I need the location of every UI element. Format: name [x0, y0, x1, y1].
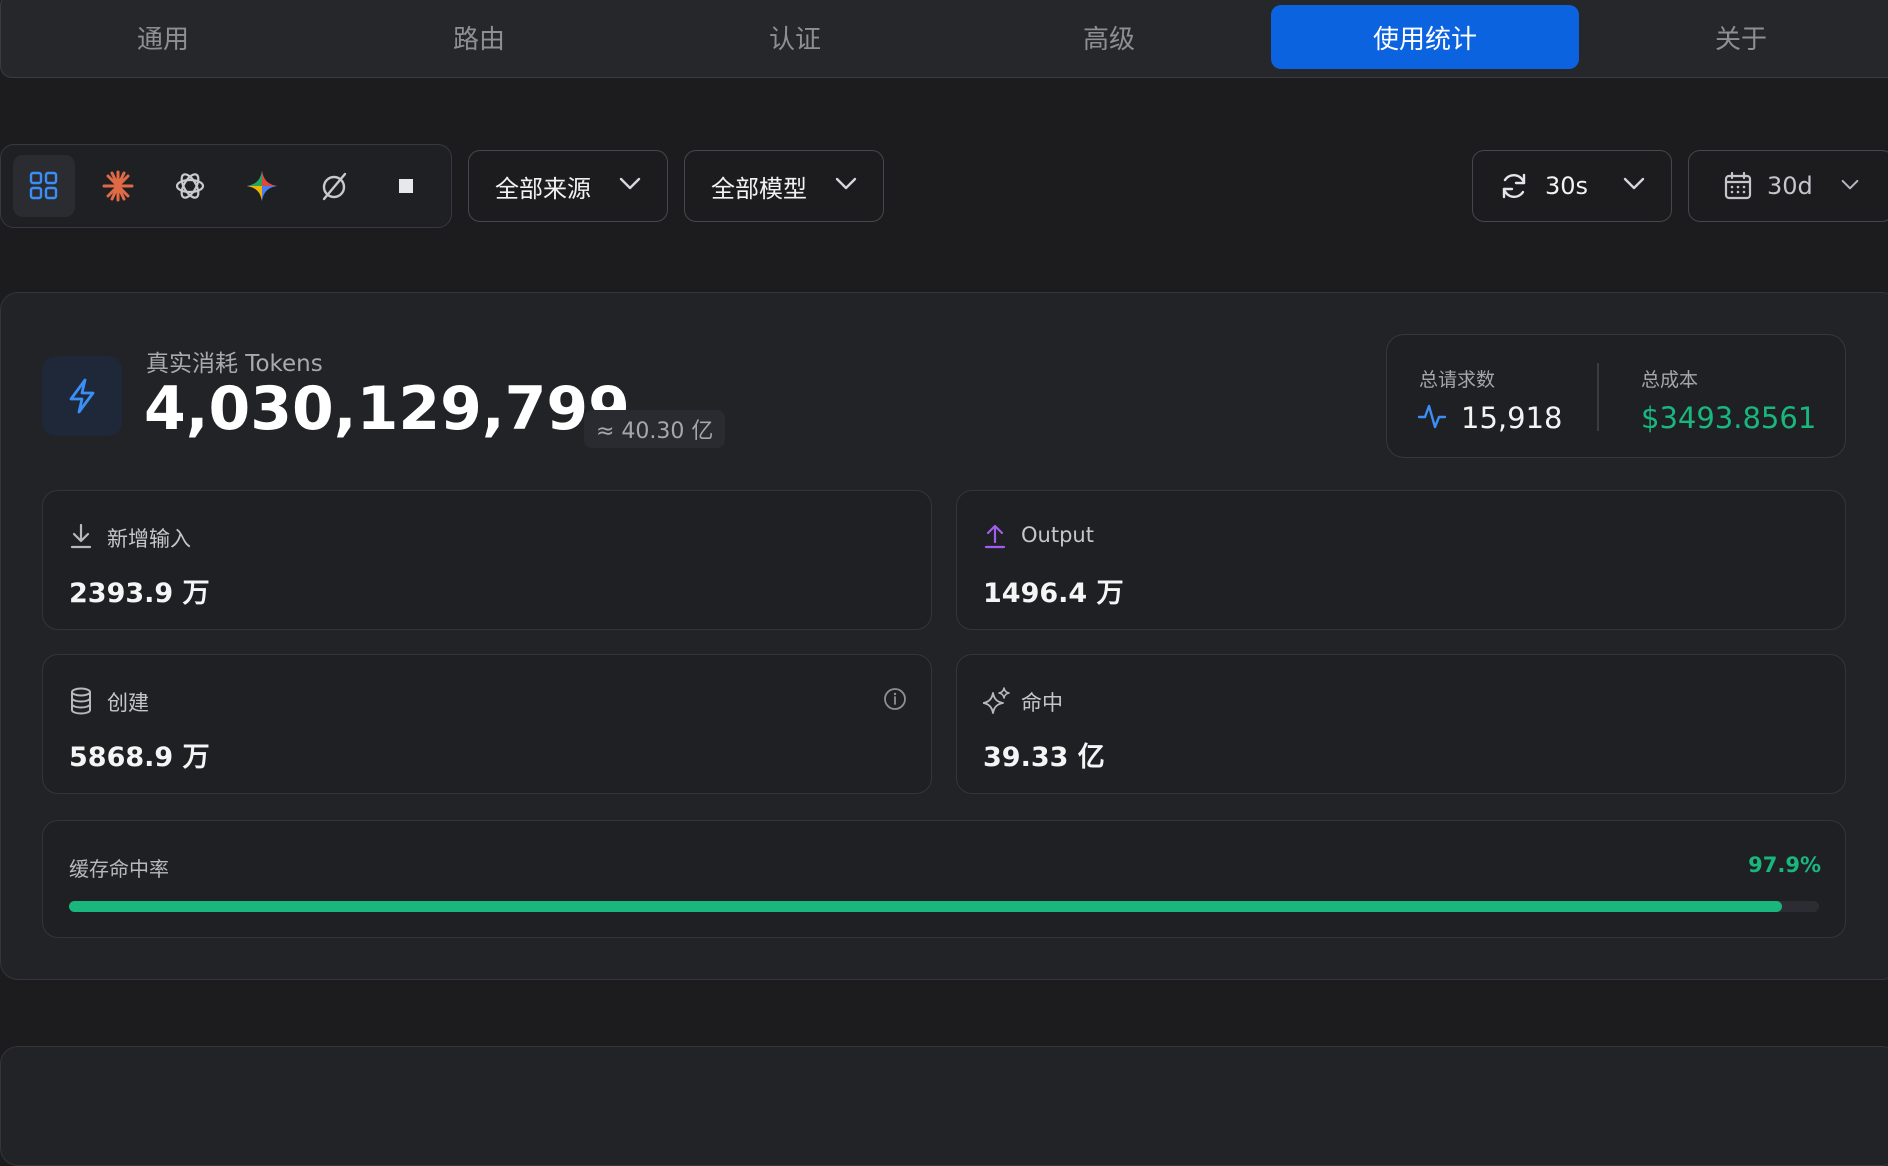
date-range-value: 30d — [1767, 172, 1813, 200]
tab-about[interactable]: 关于 — [1587, 5, 1888, 69]
cache-create-value: 5868.9 万 — [69, 742, 210, 773]
cache-hit-rate-card: 缓存命中率 97.9% — [42, 820, 1846, 938]
chevron-down-icon — [1841, 179, 1859, 190]
tokens-approx-badge: ≈ 40.30 亿 — [584, 410, 726, 448]
sparkles-icon — [983, 687, 1010, 714]
openai-provider-button[interactable] — [159, 155, 221, 217]
tab-routing[interactable]: 路由 — [325, 5, 633, 69]
chevron-down-icon — [835, 177, 857, 190]
refresh-interval-value: 30s — [1545, 172, 1589, 200]
model-select-value: 全部模型 — [711, 174, 807, 203]
refresh-icon — [1502, 173, 1526, 199]
database-icon — [71, 687, 91, 715]
cache-create-card: 创建 5868.9 万 — [42, 654, 932, 794]
square-icon — [399, 179, 413, 193]
cache-hit-rate-fill — [69, 901, 1783, 912]
slashed-provider-button[interactable] — [303, 155, 365, 217]
cache-hit-rate-track — [69, 901, 1819, 912]
tab-advanced[interactable]: 高级 — [955, 5, 1263, 69]
cache-hit-rate-label: 缓存命中率 — [69, 857, 169, 881]
model-select[interactable]: 全部模型 — [684, 150, 884, 222]
total-requests-label: 总请求数 — [1419, 369, 1496, 391]
cache-hit-rate-value: 97.9% — [1748, 853, 1821, 877]
chevron-down-icon — [619, 177, 641, 190]
total-cost-label: 总成本 — [1641, 369, 1699, 391]
upload-icon — [984, 524, 1006, 549]
next-panel — [0, 1046, 1888, 1166]
openai-icon — [175, 173, 205, 199]
tab-usage-stats[interactable]: 使用统计 — [1271, 5, 1579, 69]
calendar-icon — [1724, 171, 1752, 200]
chevron-down-icon — [1623, 177, 1645, 190]
tokens-icon-box — [42, 356, 122, 436]
cache-hit-value: 39.33 亿 — [983, 742, 1105, 773]
input-tokens-value: 2393.9 万 — [69, 578, 210, 609]
info-icon[interactable] — [883, 687, 907, 711]
gemini-icon — [247, 171, 277, 201]
total-cost-value: $3493.8561 — [1641, 401, 1817, 435]
settings-tab-bar: 通用 路由 认证 高级 使用统计 关于 — [0, 0, 1888, 78]
source-select-value: 全部来源 — [495, 174, 591, 203]
tab-auth[interactable]: 认证 — [641, 5, 949, 69]
tokens-label: 真实消耗 Tokens — [146, 351, 323, 377]
date-range-select[interactable]: 30d — [1688, 150, 1888, 222]
lightning-icon — [69, 378, 95, 414]
cache-hit-card: 命中 39.33 亿 — [956, 654, 1846, 794]
summary-box: 总请求数 15,918 总成本 $3493.8561 — [1386, 334, 1846, 458]
cache-create-label: 创建 — [107, 691, 149, 715]
provider-filter-group — [0, 144, 452, 228]
output-tokens-card: Output 1496.4 万 — [956, 490, 1846, 630]
input-tokens-card: 新增输入 2393.9 万 — [42, 490, 932, 630]
tokens-value: 4,030,129,799 — [144, 374, 630, 444]
cache-hit-label: 命中 — [1021, 691, 1063, 715]
download-icon — [70, 523, 92, 549]
claude-icon — [102, 170, 134, 202]
source-select[interactable]: 全部来源 — [468, 150, 668, 222]
square-provider-button[interactable] — [375, 155, 437, 217]
output-tokens-value: 1496.4 万 — [983, 578, 1124, 609]
grid-icon — [29, 171, 58, 200]
total-requests-value: 15,918 — [1461, 401, 1563, 435]
activity-icon — [1417, 404, 1447, 429]
tab-general[interactable]: 通用 — [9, 5, 317, 69]
output-tokens-label: Output — [1021, 523, 1094, 547]
claude-provider-button[interactable] — [87, 155, 149, 217]
all-providers-button[interactable] — [13, 155, 75, 217]
input-tokens-label: 新增输入 — [107, 527, 191, 551]
slashed-circle-icon — [322, 172, 347, 201]
refresh-interval-select[interactable]: 30s — [1472, 150, 1672, 222]
gemini-provider-button[interactable] — [231, 155, 293, 217]
summary-divider — [1597, 363, 1599, 431]
